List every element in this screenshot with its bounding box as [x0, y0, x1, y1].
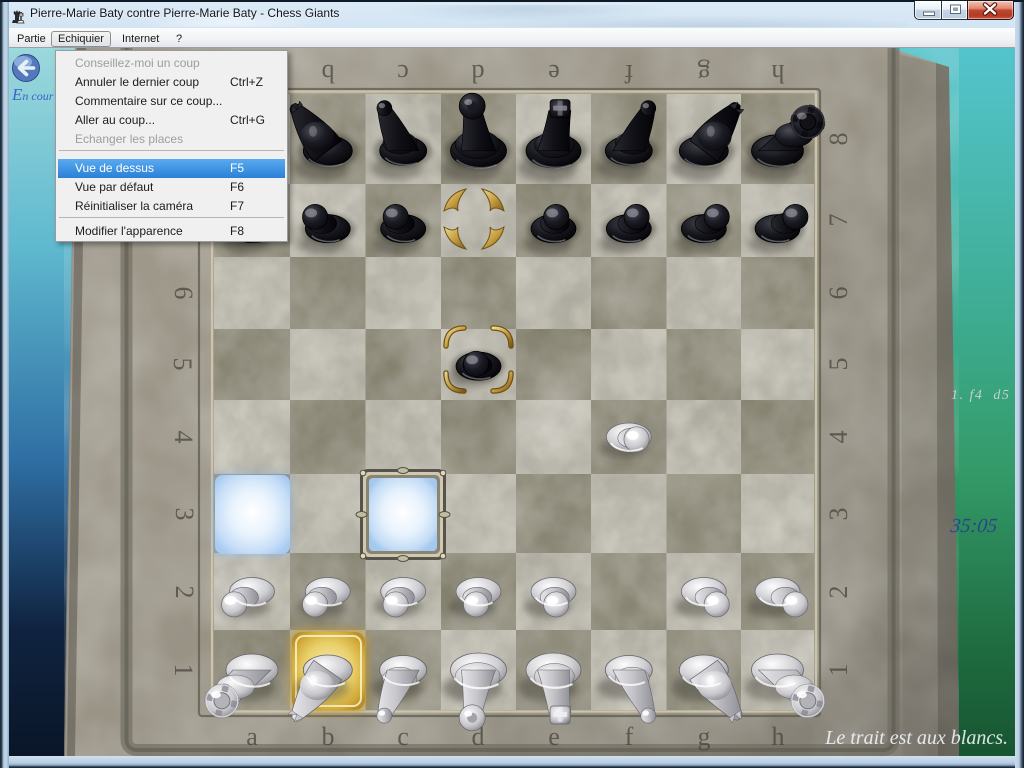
svg-text:35:05: 35:05: [948, 515, 998, 537]
svg-text:e: e: [548, 59, 560, 88]
svg-text:e: e: [548, 722, 560, 751]
svg-text:2: 2: [824, 586, 853, 599]
svg-text:f: f: [624, 59, 633, 88]
svg-text:h: h: [772, 59, 785, 88]
svg-text:g: g: [698, 722, 711, 751]
svg-text:b: b: [322, 59, 335, 88]
svg-text:2: 2: [170, 586, 199, 599]
svg-text:Le trait est aux blancs.: Le trait est aux blancs.: [824, 727, 1008, 749]
svg-text:1: 1: [169, 664, 198, 677]
svg-text:5: 5: [824, 358, 853, 371]
svg-text:3: 3: [170, 508, 199, 521]
svg-text:b: b: [322, 722, 335, 751]
svg-text:7: 7: [824, 214, 853, 227]
svg-text:4: 4: [824, 431, 853, 444]
svg-text:3: 3: [824, 508, 853, 521]
svg-text:1: 1: [824, 664, 853, 677]
svg-text:f: f: [625, 722, 634, 751]
svg-text:4: 4: [169, 431, 198, 444]
svg-text:c: c: [397, 722, 409, 751]
svg-text:1. f4 d5: 1. f4 d5: [951, 388, 1010, 403]
svg-text:8: 8: [824, 133, 853, 146]
svg-text:c: c: [397, 59, 409, 88]
svg-text:6: 6: [169, 287, 198, 300]
svg-text:g: g: [698, 59, 711, 88]
svg-text:h: h: [772, 722, 785, 751]
svg-text:6: 6: [824, 287, 853, 300]
svg-text:5: 5: [168, 358, 197, 371]
svg-text:a: a: [246, 722, 258, 751]
svg-text:d: d: [472, 59, 485, 88]
